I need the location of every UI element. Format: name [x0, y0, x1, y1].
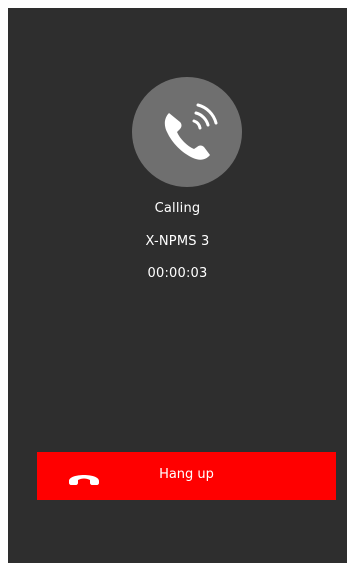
hang-up-label: Hang up	[159, 467, 214, 482]
hang-up-button[interactable]: Hang up	[37, 452, 336, 500]
call-screen: Calling X-NPMS 3 00:00:03 Hang up	[8, 8, 347, 563]
phone-ringing-icon	[164, 103, 218, 160]
contact-name: X-NPMS 3	[145, 234, 210, 249]
caller-avatar	[132, 77, 242, 187]
call-status: Calling	[154, 201, 201, 216]
call-duration: 00:00:03	[147, 266, 208, 281]
